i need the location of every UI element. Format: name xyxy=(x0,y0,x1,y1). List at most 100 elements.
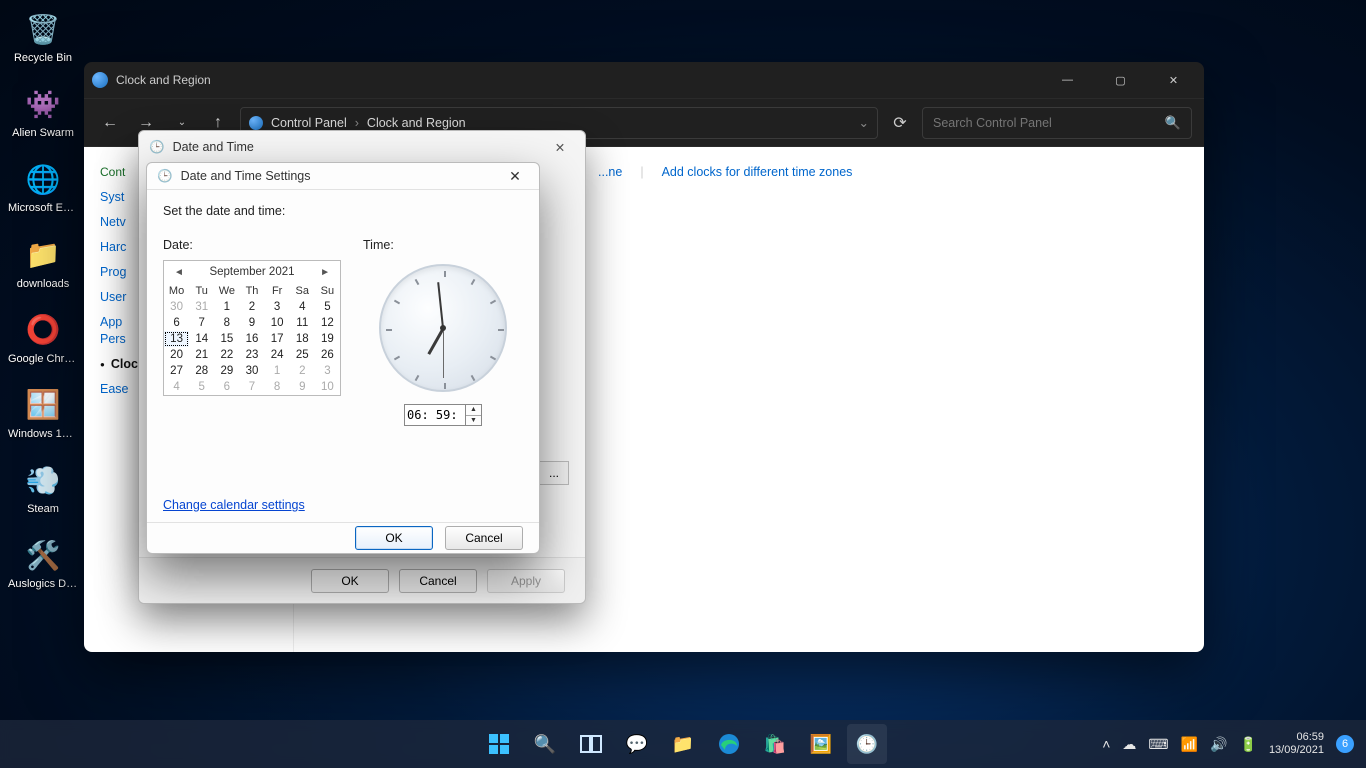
search-icon[interactable]: 🔍 xyxy=(1165,115,1181,131)
refresh-button[interactable]: ⟳ xyxy=(886,109,914,137)
desktop-icon[interactable]: 🛠️Auslogics Driver U... xyxy=(8,534,78,591)
calendar-day[interactable]: 1 xyxy=(214,299,239,315)
app-icon: 🪟 xyxy=(22,384,64,426)
calendar-day[interactable]: 5 xyxy=(189,379,214,395)
close-button[interactable]: ✕ xyxy=(501,163,529,189)
cancel-button[interactable]: Cancel xyxy=(399,569,477,593)
ok-button[interactable]: OK xyxy=(355,526,433,550)
onedrive-icon[interactable]: ☁ xyxy=(1122,736,1136,753)
desktop-icon[interactable]: 👾Alien Swarm xyxy=(8,83,78,140)
calendar-month[interactable]: September 2021 xyxy=(209,266,294,278)
store-button[interactable]: 🛍️ xyxy=(755,724,795,764)
file-explorer-button[interactable]: 📁 xyxy=(663,724,703,764)
tray-overflow-icon[interactable]: ˄ xyxy=(1102,736,1110,752)
search-button[interactable]: 🔍 xyxy=(525,724,565,764)
calendar-day[interactable]: 31 xyxy=(189,299,214,315)
calendar-day[interactable]: 30 xyxy=(164,299,189,315)
calendar-day[interactable]: 24 xyxy=(265,347,290,363)
battery-icon[interactable]: 🔋 xyxy=(1240,736,1257,753)
task-link-add-clocks[interactable]: Add clocks for different time zones xyxy=(662,165,853,179)
calendar-day[interactable]: 19 xyxy=(315,331,340,347)
dts-titlebar[interactable]: 🕒 Date and Time Settings ✕ xyxy=(147,163,539,190)
calendar-day[interactable]: 22 xyxy=(214,347,239,363)
calendar-day[interactable]: 4 xyxy=(290,299,315,315)
search-input[interactable] xyxy=(933,116,1157,130)
calendar-day[interactable]: 6 xyxy=(164,315,189,331)
calendar-day[interactable]: 21 xyxy=(189,347,214,363)
calendar-day[interactable]: 2 xyxy=(290,363,315,379)
time-input[interactable] xyxy=(404,404,466,426)
calendar-day[interactable]: 27 xyxy=(164,363,189,379)
calendar-day[interactable]: 30 xyxy=(239,363,264,379)
overflow-button[interactable]: ... xyxy=(539,461,569,485)
calendar-day[interactable]: 18 xyxy=(290,331,315,347)
calendar-day[interactable]: 2 xyxy=(239,299,264,315)
keyboard-icon[interactable]: ⌨ xyxy=(1148,736,1168,753)
task-link-partial[interactable]: ...ne xyxy=(598,165,622,179)
calendar-day[interactable]: 13 xyxy=(164,331,189,347)
calendar-day[interactable]: 10 xyxy=(265,315,290,331)
notification-badge[interactable]: 6 xyxy=(1336,735,1354,753)
desktop-icon[interactable]: 🗑️Recycle Bin xyxy=(8,8,78,65)
dt-titlebar[interactable]: 🕒 Date and Time ✕ xyxy=(139,131,585,163)
calendar[interactable]: ◄ September 2021 ► MoTuWeThFrSaSu3031123… xyxy=(163,260,341,396)
date-time-taskbar-button[interactable]: 🕒 xyxy=(847,724,887,764)
calendar-day[interactable]: 20 xyxy=(164,347,189,363)
calendar-day[interactable]: 6 xyxy=(214,379,239,395)
calendar-day[interactable]: 28 xyxy=(189,363,214,379)
calendar-dow: We xyxy=(214,283,239,299)
edge-button[interactable] xyxy=(709,724,749,764)
calendar-day[interactable]: 9 xyxy=(290,379,315,395)
cancel-button[interactable]: Cancel xyxy=(445,526,523,550)
time-spinner[interactable]: ▲▼ xyxy=(466,404,482,426)
calendar-day[interactable]: 3 xyxy=(315,363,340,379)
chevron-down-icon[interactable]: ⌄ xyxy=(859,115,869,130)
desktop-icon[interactable]: 🌐Microsoft Edge xyxy=(8,158,78,215)
photos-button[interactable]: 🖼️ xyxy=(801,724,841,764)
volume-icon[interactable]: 🔊 xyxy=(1210,736,1227,753)
close-button[interactable]: ✕ xyxy=(1151,65,1196,95)
calendar-day[interactable]: 1 xyxy=(265,363,290,379)
back-button[interactable]: ← xyxy=(96,109,124,137)
calendar-day[interactable]: 8 xyxy=(265,379,290,395)
search-bar[interactable]: 🔍 xyxy=(922,107,1192,139)
calendar-day[interactable]: 3 xyxy=(265,299,290,315)
system-tray[interactable]: ˄ ☁ ⌨ 📶 🔊 🔋 06:59 13/09/2021 6 xyxy=(1102,731,1366,757)
chat-button[interactable]: 💬 xyxy=(617,724,657,764)
start-button[interactable] xyxy=(479,724,519,764)
calendar-day[interactable]: 23 xyxy=(239,347,264,363)
minimize-button[interactable]: — xyxy=(1045,65,1090,95)
ok-button[interactable]: OK xyxy=(311,569,389,593)
calendar-day[interactable]: 17 xyxy=(265,331,290,347)
calendar-day[interactable]: 9 xyxy=(239,315,264,331)
task-view-button[interactable] xyxy=(571,724,611,764)
tray-clock[interactable]: 06:59 13/09/2021 xyxy=(1269,731,1324,757)
desktop-icon[interactable]: 💨Steam xyxy=(8,459,78,516)
change-calendar-link[interactable]: Change calendar settings xyxy=(163,498,305,512)
next-month-button[interactable]: ► xyxy=(316,267,334,278)
prev-month-button[interactable]: ◄ xyxy=(170,267,188,278)
calendar-day[interactable]: 5 xyxy=(315,299,340,315)
calendar-day[interactable]: 4 xyxy=(164,379,189,395)
calendar-day[interactable]: 16 xyxy=(239,331,264,347)
calendar-day[interactable]: 12 xyxy=(315,315,340,331)
calendar-day[interactable]: 7 xyxy=(189,315,214,331)
calendar-day[interactable]: 26 xyxy=(315,347,340,363)
calendar-day[interactable]: 15 xyxy=(214,331,239,347)
desktop-icon[interactable]: 📁downloads xyxy=(8,234,78,291)
app-icon: ⭕ xyxy=(22,309,64,351)
maximize-button[interactable]: ▢ xyxy=(1098,65,1143,95)
calendar-day[interactable]: 10 xyxy=(315,379,340,395)
cp-titlebar[interactable]: Clock and Region — ▢ ✕ xyxy=(84,62,1204,98)
desktop-icon[interactable]: 🪟Windows 10 Update As... xyxy=(8,384,78,441)
close-button[interactable]: ✕ xyxy=(545,133,575,161)
calendar-day[interactable]: 25 xyxy=(290,347,315,363)
calendar-day[interactable]: 29 xyxy=(214,363,239,379)
taskbar[interactable]: 🔍 💬 📁 🛍️ 🖼️ 🕒 ˄ ☁ ⌨ 📶 🔊 🔋 06:59 13/09/20… xyxy=(0,720,1366,768)
calendar-day[interactable]: 11 xyxy=(290,315,315,331)
calendar-day[interactable]: 8 xyxy=(214,315,239,331)
desktop-icon[interactable]: ⭕Google Chrome xyxy=(8,309,78,366)
calendar-day[interactable]: 7 xyxy=(239,379,264,395)
wifi-icon[interactable]: 📶 xyxy=(1181,736,1198,753)
calendar-day[interactable]: 14 xyxy=(189,331,214,347)
